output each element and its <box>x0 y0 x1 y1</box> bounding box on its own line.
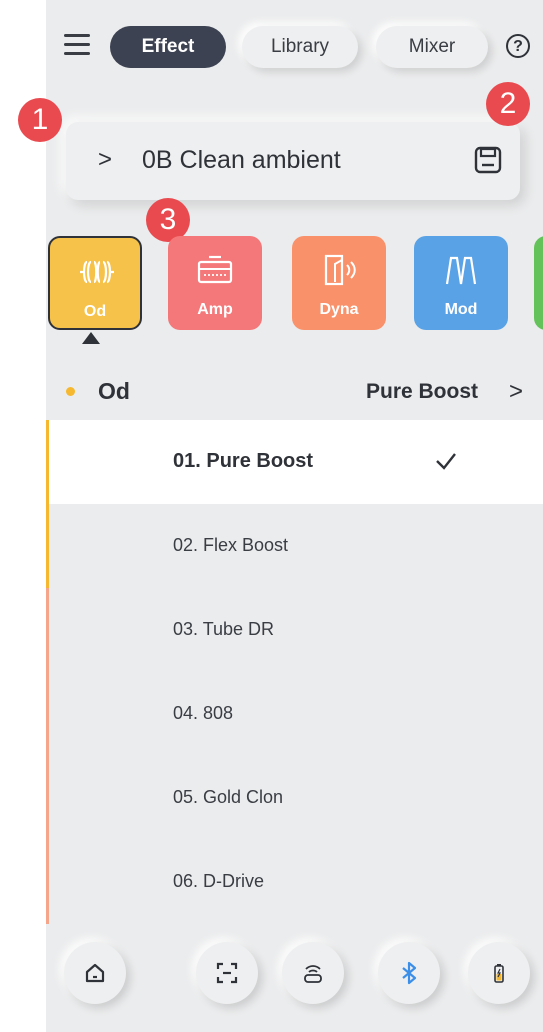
chevron-right-icon: > <box>98 146 113 173</box>
wireless-button[interactable] <box>282 942 344 1004</box>
current-effect-name: Pure Boost <box>365 380 478 403</box>
row-accent <box>46 588 49 672</box>
hamburger-menu-icon[interactable] <box>64 34 90 58</box>
effect-list-item[interactable]: 05. Gold Clon <box>46 756 543 840</box>
amp-icon <box>197 255 233 284</box>
tab-effect[interactable]: Effect <box>110 26 226 68</box>
effect-block-od[interactable]: Od <box>48 236 142 330</box>
effect-list: 01. Pure Boost 02. Flex Boost 03. Tube D… <box>46 420 543 925</box>
effect-item-label: 04. 808 <box>173 703 234 723</box>
effect-block-amp[interactable]: Amp <box>168 236 262 330</box>
check-icon <box>436 453 456 470</box>
chevron-right-icon: > <box>508 378 523 405</box>
row-accent <box>46 504 49 588</box>
effect-item-label: 02. Flex Boost <box>173 535 289 555</box>
bluetooth-button[interactable] <box>378 942 440 1004</box>
preset-name: 0B Clean ambient <box>142 146 341 174</box>
effect-list-item[interactable]: 04. 808 <box>46 672 543 756</box>
callout-badge-2: 2 <box>486 82 530 126</box>
battery-icon <box>494 964 504 983</box>
effect-block-dyna[interactable]: Dyna <box>292 236 386 330</box>
effect-list-item[interactable]: 02. Flex Boost <box>46 504 543 588</box>
wireless-icon <box>304 965 322 983</box>
row-accent <box>46 672 49 756</box>
scan-button[interactable] <box>196 942 258 1004</box>
effect-block-label: Amp <box>197 301 233 318</box>
effect-list-item[interactable]: 01. Pure Boost <box>46 420 543 504</box>
tab-library[interactable]: Library <box>242 26 358 68</box>
effect-block-next[interactable] <box>534 236 543 330</box>
effect-block-label: Dyna <box>319 301 359 318</box>
od-icon <box>80 260 114 284</box>
status-dot <box>66 387 75 396</box>
row-accent <box>46 840 49 924</box>
effect-block-label: Mod <box>444 301 478 318</box>
battery-button[interactable] <box>468 942 530 1004</box>
effect-type-title: Od <box>98 378 130 404</box>
effect-item-label: 06. D-Drive <box>173 871 265 891</box>
effect-block-label: Od <box>83 303 107 320</box>
save-icon[interactable] <box>474 146 502 174</box>
help-icon[interactable]: ? <box>506 34 530 58</box>
effect-block-mod[interactable]: Mod <box>414 236 508 330</box>
row-accent <box>46 756 49 840</box>
effect-block-strip: Od Amp Dyna Mod <box>46 234 543 352</box>
app-screen: Effect Library Mixer ? > 0B Clean ambien… <box>18 0 543 1032</box>
selected-block-pointer <box>82 332 100 344</box>
top-bar: Effect Library Mixer ? <box>46 20 543 74</box>
effect-item-label: 03. Tube DR <box>173 619 275 639</box>
scan-icon <box>216 962 238 984</box>
preset-selector[interactable]: > 0B Clean ambient <box>66 122 520 200</box>
effect-list-item[interactable]: 03. Tube DR <box>46 588 543 672</box>
effect-type-header[interactable]: Od Pure Boost > <box>46 362 543 418</box>
home-icon <box>85 963 105 983</box>
effect-list-item[interactable]: 06. D-Drive <box>46 840 543 924</box>
mod-icon <box>445 256 477 285</box>
row-accent <box>46 420 49 504</box>
home-button[interactable] <box>64 942 126 1004</box>
bluetooth-icon <box>402 961 417 985</box>
callout-badge-1: 1 <box>18 98 62 142</box>
dyna-icon <box>324 254 356 286</box>
tab-mixer[interactable]: Mixer <box>376 26 488 68</box>
effect-item-label: 01. Pure Boost <box>173 450 314 472</box>
effect-item-label: 05. Gold Clon <box>173 787 284 807</box>
bottom-toolbar <box>46 926 543 1032</box>
